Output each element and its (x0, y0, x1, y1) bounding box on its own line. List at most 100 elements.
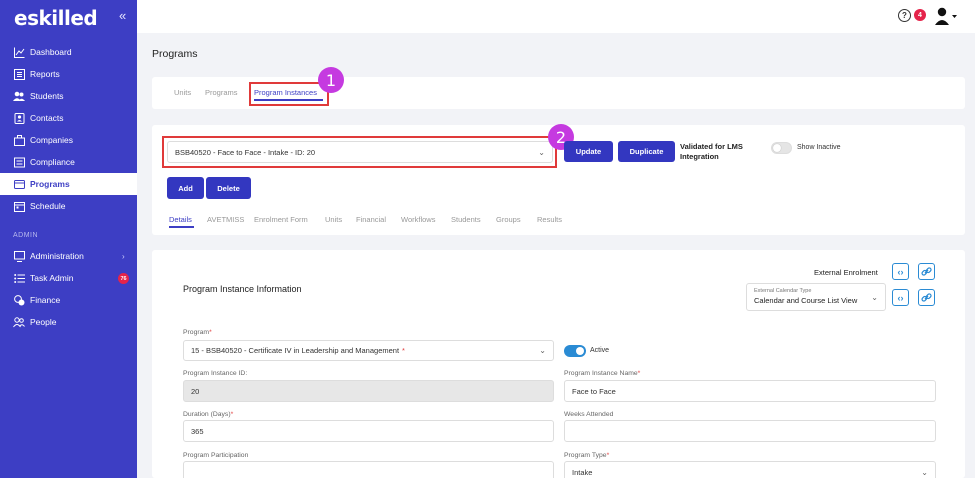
section-heading: Program Instance Information (183, 284, 302, 294)
participation-select[interactable] (183, 461, 554, 478)
chart-icon (13, 46, 25, 58)
instance-id-field: 20 (183, 380, 554, 402)
add-button[interactable]: Add (167, 177, 204, 199)
callout-1: 1 (318, 67, 344, 93)
sidebar-item-schedule[interactable]: Schedule (0, 195, 137, 217)
program-select[interactable]: 15 - BSB40520 - Certificate IV in Leader… (183, 340, 554, 361)
list-icon (13, 272, 25, 284)
top-bar (137, 0, 975, 33)
sidebar-item-administration[interactable]: Administration › (0, 245, 137, 267)
program-select-value: 15 - BSB40520 - Certificate IV in Leader… (191, 346, 400, 355)
duplicate-button[interactable]: Duplicate (618, 141, 675, 162)
show-inactive-label: Show Inactive (797, 144, 841, 151)
sidebar-item-task-admin[interactable]: Task Admin 76 (0, 267, 137, 289)
program-type-select[interactable]: Intake ⌄ (564, 461, 936, 478)
monitor-icon (13, 250, 25, 262)
tab-avetmiss[interactable]: AVETMISS (207, 215, 244, 224)
active-label: Active (590, 347, 610, 354)
validated-lms-label: Validated for LMS Integration (680, 142, 743, 161)
sidebar: eskilled « Dashboard Reports Students Co… (0, 0, 137, 478)
sidebar-item-programs[interactable]: Programs (0, 173, 137, 195)
program-label: Program* (183, 329, 212, 336)
collapse-sidebar-icon[interactable]: « (119, 8, 126, 23)
user-avatar-icon[interactable] (935, 7, 957, 25)
instance-name-label: Program Instance Name* (564, 370, 641, 377)
tab-units[interactable]: Units (325, 215, 342, 224)
sidebar-item-label: Schedule (30, 201, 66, 211)
sidebar-item-dashboard[interactable]: Dashboard (0, 41, 137, 63)
sidebar-item-label: Administration (30, 251, 84, 261)
tab-financial[interactable]: Financial (356, 215, 386, 224)
chevron-down-icon: ⌄ (921, 467, 928, 477)
admin-heading: ADMIN (13, 232, 39, 239)
tab-enrolment-form[interactable]: Enrolment Form (254, 215, 308, 224)
sidebar-item-label: Dashboard (30, 47, 72, 57)
people-icon (13, 316, 25, 328)
external-enrolment-label: External Enrolment (814, 268, 878, 277)
sidebar-item-companies[interactable]: Companies (0, 129, 137, 151)
sidebar-item-compliance[interactable]: Compliance (0, 151, 137, 173)
tab-results[interactable]: Results (537, 215, 562, 224)
sidebar-item-label: People (30, 317, 57, 327)
toggle-knob (576, 347, 584, 355)
tab-students[interactable]: Students (451, 215, 481, 224)
sidebar-item-people[interactable]: People (0, 311, 137, 333)
eskilled-logo[interactable]: eskilled (14, 6, 98, 30)
sidebar-item-finance[interactable]: Finance (0, 289, 137, 311)
help-icon[interactable]: ? (898, 9, 911, 22)
sidebar-item-reports[interactable]: Reports (0, 63, 137, 85)
instance-name-value: Face to Face (572, 386, 616, 396)
highlight-box-2 (162, 136, 557, 168)
toggle-knob (773, 144, 781, 152)
sidebar-item-label: Companies (30, 135, 73, 145)
chevron-right-icon: › (122, 251, 125, 261)
link-icon[interactable] (918, 289, 935, 306)
weeks-attended-field[interactable] (564, 420, 936, 442)
notification-badge: 4 (914, 9, 926, 21)
chevron-down-icon: ⌄ (539, 346, 546, 355)
duration-label-text: Duration (Days) (183, 411, 231, 418)
programs-icon (13, 178, 25, 190)
link-icon[interactable] (918, 263, 935, 280)
page-title: Programs (152, 48, 198, 60)
companies-icon (13, 134, 25, 146)
students-icon (13, 90, 25, 102)
duration-value: 365 (191, 426, 204, 436)
active-toggle[interactable] (564, 345, 586, 357)
tab-groups[interactable]: Groups (496, 215, 521, 224)
chevron-down-icon: ⌄ (871, 293, 878, 302)
delete-button[interactable]: Delete (206, 177, 251, 199)
tab-units[interactable]: Units (174, 88, 191, 97)
highlight-box-1 (249, 82, 329, 106)
instance-name-label-text: Program Instance Name (564, 370, 638, 377)
calendar-type-select[interactable]: External Calendar Type Calendar and Cour… (746, 283, 886, 311)
program-type-label-text: Program Type (564, 452, 607, 459)
task-count-badge: 76 (118, 273, 129, 284)
instance-name-field[interactable]: Face to Face (564, 380, 936, 402)
sidebar-item-students[interactable]: Students (0, 85, 137, 107)
schedule-icon (13, 200, 25, 212)
compliance-icon (13, 156, 25, 168)
weeks-attended-label: Weeks Attended (564, 411, 614, 418)
sidebar-item-contacts[interactable]: Contacts (0, 107, 137, 129)
tab-details[interactable]: Details (169, 215, 192, 224)
show-inactive-toggle[interactable] (771, 142, 792, 154)
calendar-type-value: Calendar and Course List View (754, 296, 858, 305)
duration-field[interactable]: 365 (183, 420, 554, 442)
tab-programs[interactable]: Programs (205, 88, 238, 97)
sidebar-item-label: Compliance (30, 157, 75, 167)
instance-id-value: 20 (191, 386, 200, 396)
sidebar-item-label: Programs (30, 179, 70, 189)
update-button[interactable]: Update (564, 141, 613, 162)
tab-workflows[interactable]: Workflows (401, 215, 435, 224)
contacts-icon (13, 112, 25, 124)
finance-icon (13, 294, 25, 306)
program-type-value: Intake (572, 467, 593, 477)
participation-label: Program Participation (183, 452, 249, 459)
program-type-label: Program Type* (564, 452, 610, 459)
duration-label: Duration (Days)* (183, 411, 234, 418)
embed-code-icon[interactable]: ‹› (892, 263, 909, 280)
program-label-text: Program (183, 329, 210, 336)
calendar-type-label: External Calendar Type (754, 288, 812, 294)
embed-code-icon[interactable]: ‹› (892, 289, 909, 306)
